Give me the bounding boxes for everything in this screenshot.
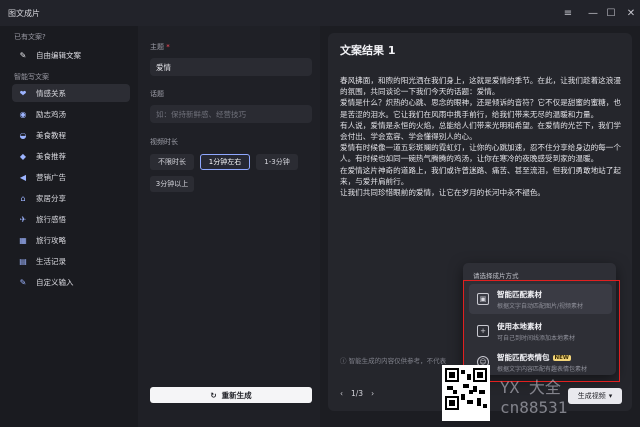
- pager: ‹ 1/3 ›: [340, 389, 374, 398]
- soup-icon: ◉: [19, 109, 27, 119]
- result-paragraph: 爱情有时候像一道五彩斑斓的霓虹灯，让你的心跳加速，忍不住分享给身边的每一个人。有…: [340, 143, 621, 164]
- generate-video-label: 生成视频: [577, 392, 606, 400]
- sidebar-item-food[interactable]: ◆ 美食推荐: [12, 147, 130, 165]
- sidebar-item-label: 生活记录: [36, 256, 66, 266]
- option-title-text: 智能匹配表情包: [497, 353, 550, 362]
- window-title: 图文成片: [8, 8, 40, 18]
- food-icon: ◆: [19, 151, 27, 161]
- prev-page-icon[interactable]: ‹: [340, 389, 343, 398]
- result-title: 文案结果 1: [340, 44, 396, 57]
- result-text[interactable]: 春风拂面，和煦的阳光洒在我们身上，这就是爱情的季节。在此，让我们趁着这浪漫的氛围…: [340, 75, 624, 198]
- edit-box-icon: ✎: [19, 277, 27, 287]
- sidebar-section-ai: 智能写文案: [14, 73, 49, 81]
- duration-option-3min-plus[interactable]: 3分钟以上: [150, 176, 194, 192]
- page-indicator: 1/3: [351, 389, 364, 398]
- sidebar-item-label: 旅行攻略: [36, 235, 66, 245]
- sidebar-item-label: 家居分享: [36, 193, 66, 203]
- notebook-icon: ▤: [19, 256, 27, 266]
- theme-label-text: 主题: [150, 43, 164, 51]
- map-icon: ▦: [19, 235, 27, 245]
- option-smart-match[interactable]: ▣ 智能匹配素材 根据文字自动匹配图片/视频素材: [469, 284, 612, 314]
- duration-label: 视频时长: [150, 138, 178, 146]
- sidebar-item-motivation[interactable]: ◉ 励志鸡汤: [12, 105, 130, 123]
- add-file-icon: +: [477, 325, 489, 337]
- heart-icon: ❤: [19, 88, 27, 98]
- sidebar-item-custom[interactable]: ✎ 自定义输入: [12, 273, 130, 291]
- qr-code-graphic: [445, 368, 487, 410]
- sidebar-item-marketing[interactable]: ◀ 营销广告: [12, 168, 130, 186]
- qr-code: [442, 365, 490, 421]
- megaphone-icon: ◀: [19, 172, 27, 182]
- topic-label: 话题: [150, 90, 164, 98]
- sidebar-item-label: 自定义输入: [36, 277, 74, 287]
- sidebar-item-free-edit[interactable]: ✎ 自由编辑文案: [12, 46, 130, 64]
- sidebar-item-label: 营销广告: [36, 172, 66, 182]
- disclaimer: ⓘ 智能生成的内容仅供参考，不代表: [340, 355, 446, 365]
- bowl-icon: ◒: [19, 130, 27, 140]
- watermark-line: YX 大全: [500, 378, 561, 397]
- menu-title: 请选择成片方式: [473, 272, 519, 280]
- theme-label: 主题 *: [150, 42, 170, 52]
- option-subtitle: 根据文字内容匹配有趣表情包素材: [497, 366, 588, 373]
- close-icon[interactable]: ✕: [618, 0, 640, 26]
- media-icon: ▣: [477, 293, 489, 305]
- sidebar: 已有文案? ✎ 自由编辑文案 智能写文案 ❤ 情感关系 ◉ 励志鸡汤 ◒ 美食教…: [0, 26, 138, 427]
- topic-input[interactable]: 如：保持新鲜感、经营技巧: [150, 105, 312, 123]
- option-sticker-match[interactable]: ☺ 智能匹配表情包 NEW 根据文字内容匹配有趣表情包素材: [469, 347, 612, 377]
- sidebar-item-recipe[interactable]: ◒ 美食教程: [12, 126, 130, 144]
- duration-option-1-3min[interactable]: 1-3分钟: [256, 154, 298, 170]
- sidebar-item-label: 自由编辑文案: [36, 50, 81, 60]
- sidebar-item-label: 励志鸡汤: [36, 109, 66, 119]
- sidebar-section-existing: 已有文案?: [14, 33, 46, 41]
- theme-input[interactable]: 爱情: [150, 58, 312, 76]
- sidebar-item-label: 旅行感悟: [36, 214, 66, 224]
- duration-option-1min[interactable]: 1分钟左右: [200, 154, 250, 170]
- chevron-down-icon: ▾: [608, 392, 613, 400]
- watermark: YX 大全 cn88531: [500, 378, 567, 418]
- duration-option-unlimited[interactable]: 不限时长: [150, 154, 194, 170]
- sidebar-item-label: 美食教程: [36, 130, 66, 140]
- sidebar-item-home[interactable]: ⌂ 家居分享: [12, 189, 130, 207]
- sidebar-item-emotion[interactable]: ❤ 情感关系: [12, 84, 130, 102]
- option-title: 使用本地素材: [497, 322, 542, 331]
- generate-video-button[interactable]: 生成视频 ▾: [568, 388, 622, 404]
- result-paragraph: 春风拂面，和煦的阳光洒在我们身上，这就是爱情的季节。在此，让我们趁着这浪漫的氛围…: [340, 76, 621, 97]
- option-local-media[interactable]: + 使用本地素材 可自己到时间线添加本地素材: [469, 316, 612, 346]
- option-title: 智能匹配表情包 NEW: [497, 352, 571, 363]
- sidebar-item-life-log[interactable]: ▤ 生活记录: [12, 252, 130, 270]
- refresh-icon: ↻: [210, 390, 217, 400]
- regenerate-button[interactable]: ↻ 重新生成: [150, 387, 312, 403]
- result-paragraph: 在爱情这片神奇的道路上，我们或许曾迷路、痛苦、甚至流泪，但我们勇敢地站了起来，与…: [340, 165, 621, 186]
- sidebar-item-travel-guide[interactable]: ▦ 旅行攻略: [12, 231, 130, 249]
- result-paragraph: 让我们共同珍惜眼前的爱情，让它在岁月的长河中永不褪色。: [340, 188, 546, 198]
- watermark-line: cn88531: [500, 398, 568, 417]
- result-paragraph: 爱情是什么？炽热的心跳、思念的眼神，还是倾诉的音符？它不仅是甜蜜的蜜糖，也是苦涩…: [340, 98, 621, 119]
- sidebar-item-label: 情感关系: [36, 88, 66, 98]
- required-mark: *: [166, 43, 170, 51]
- option-subtitle: 根据文字自动匹配图片/视频素材: [497, 303, 584, 310]
- info-icon: ⓘ: [340, 357, 347, 365]
- option-title: 智能匹配素材: [497, 290, 542, 299]
- next-page-icon[interactable]: ›: [371, 389, 374, 398]
- option-subtitle: 可自己到时间线添加本地素材: [497, 335, 576, 342]
- regenerate-label: 重新生成: [221, 390, 252, 400]
- house-icon: ⌂: [20, 193, 26, 203]
- result-paragraph: 有人说，爱情是永恒的火焰，总能给人们带来光明和希望。在爱情的光芒下，我们学会付出…: [340, 120, 621, 142]
- generate-mode-menu: 请选择成片方式 ▣ 智能匹配素材 根据文字自动匹配图片/视频素材 + 使用本地素…: [463, 263, 620, 382]
- title-bar: 图文成片: [0, 0, 640, 26]
- pencil-icon: ✎: [19, 50, 27, 60]
- new-badge: NEW: [552, 355, 571, 361]
- disclaimer-text: 智能生成的内容仅供参考，不代表: [348, 357, 447, 365]
- sidebar-item-travel-thoughts[interactable]: ✈ 旅行感悟: [12, 210, 130, 228]
- sidebar-item-label: 美食推荐: [36, 151, 66, 161]
- plane-icon: ✈: [19, 214, 27, 224]
- menu-icon[interactable]: ≡: [555, 0, 581, 26]
- settings-panel: 主题 * 爱情 话题 如：保持新鲜感、经营技巧 视频时长 不限时长 1分钟左右 …: [138, 26, 320, 427]
